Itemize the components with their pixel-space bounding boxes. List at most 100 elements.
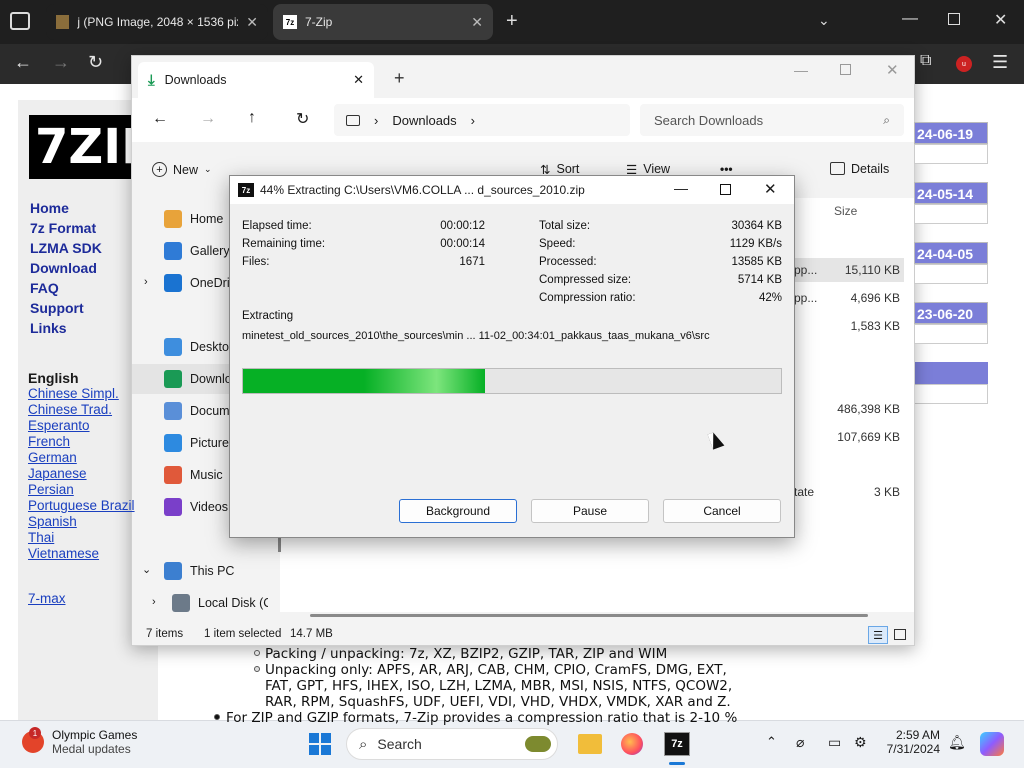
downloads-icon[interactable] (164, 370, 182, 388)
breadcrumb[interactable]: Downloads (392, 113, 456, 128)
bullet-icon[interactable] (254, 666, 260, 672)
details-view-icon[interactable]: ☰ (868, 626, 888, 644)
web-nav-link[interactable]: Links (30, 320, 67, 336)
taskbar-search[interactable]: ⌕ Search (346, 728, 558, 760)
copilot-icon[interactable] (980, 732, 1004, 756)
file-size-cell[interactable]: 4,696 KB (851, 291, 900, 305)
stat-label[interactable]: Files: (242, 256, 269, 268)
file-type-cell[interactable]: tate (794, 485, 814, 499)
stat-label[interactable]: Elapsed time: (242, 220, 312, 232)
pictures-icon[interactable] (164, 434, 182, 452)
news-date[interactable]: 24-06-19 (914, 122, 988, 144)
clock[interactable]: 2:59 AM 7/31/2024 (884, 728, 940, 756)
stat-value[interactable]: 00:00:14 (440, 238, 485, 250)
web-nav-link[interactable]: LZMA SDK (30, 240, 102, 256)
sidebar-item-label[interactable]: Home (190, 212, 223, 226)
show-hidden-icons[interactable]: ⌃ (766, 734, 777, 750)
file-explorer-taskbar-icon[interactable] (578, 734, 602, 754)
file-size-cell[interactable]: 107,669 KB (837, 430, 900, 444)
tab-dropdown-icon[interactable]: ⌄ (818, 12, 830, 29)
pause-button[interactable]: Pause (531, 499, 649, 523)
network-icon[interactable]: ⌀ (796, 734, 804, 751)
language-link[interactable]: Vietnamese (28, 546, 99, 561)
more-options-button[interactable]: ••• (720, 162, 733, 176)
page-text-line[interactable]: Unpacking only: APFS, AR, ARJ, CAB, CHM,… (265, 662, 727, 678)
widgets-button[interactable]: 1 Olympic Games Medal updates (22, 727, 137, 756)
file-size-cell[interactable]: 486,398 KB (837, 402, 900, 416)
dialog-close-icon[interactable]: ✕ (764, 180, 777, 198)
sidebar-item-label[interactable]: Music (190, 468, 223, 482)
tiles-view-icon[interactable] (894, 629, 906, 640)
news-date[interactable]: 23-06-20 (914, 302, 988, 324)
forward-icon[interactable]: → (52, 52, 70, 73)
stat-value[interactable]: 13585 KB (731, 256, 782, 268)
up-icon[interactable]: ↑ (248, 109, 256, 127)
home-icon[interactable] (164, 210, 182, 228)
close-tab-icon[interactable]: ✕ (353, 72, 364, 88)
7zip-taskbar-icon[interactable]: 7z (664, 732, 690, 756)
back-icon[interactable]: ← (152, 110, 168, 128)
web-nav-link[interactable]: FAQ (30, 280, 59, 296)
news-date[interactable]: 24-04-05 (914, 242, 988, 264)
sidebar-item-label[interactable]: Videos (190, 500, 228, 514)
language-link[interactable]: German (28, 450, 77, 465)
dialog-minimize-icon[interactable]: — (674, 180, 688, 196)
file-size-cell[interactable]: 1,583 KB (851, 319, 900, 333)
extensions-icon[interactable]: ⧉ (920, 52, 931, 70)
refresh-icon[interactable]: ↻ (296, 109, 309, 129)
web-nav-link[interactable]: 7z Format (30, 220, 96, 236)
language-link[interactable]: Japanese (28, 466, 87, 481)
search-input[interactable]: Search Downloads ⌕ (640, 104, 904, 136)
language-link[interactable]: Portuguese Brazil (28, 498, 135, 513)
explorer-tab[interactable]: ⤓ Downloads ✕ (138, 62, 374, 98)
link-7-max[interactable]: 7-max (28, 591, 66, 606)
explorer-close-icon[interactable]: ✕ (886, 61, 899, 79)
language-link[interactable]: Spanish (28, 514, 77, 529)
stat-value[interactable]: 1129 KB/s (730, 238, 782, 250)
tab-list-icon[interactable] (10, 12, 30, 30)
stat-value[interactable]: 00:00:12 (440, 220, 485, 232)
page-text-line[interactable]: Packing / unpacking: 7z, XZ, BZIP2, GZIP… (265, 646, 667, 662)
stat-value[interactable]: 5714 KB (738, 274, 782, 286)
vertical-scrollbar[interactable] (278, 536, 281, 552)
start-button[interactable] (309, 733, 331, 755)
sidebar-item-label[interactable]: Gallery (190, 244, 230, 258)
explorer-maximize-icon[interactable] (840, 64, 851, 75)
menu-icon[interactable]: ☰ (992, 52, 1008, 73)
videos-icon[interactable] (164, 498, 182, 516)
stat-label[interactable]: Total size: (539, 220, 590, 232)
explorer-minimize-icon[interactable]: — (794, 62, 808, 78)
date-underline-box[interactable] (914, 264, 988, 284)
disk-icon[interactable] (172, 594, 190, 612)
bullet-icon[interactable] (254, 650, 260, 656)
bullet-icon[interactable] (214, 714, 220, 720)
stat-value[interactable]: 1671 (459, 256, 485, 268)
documents-icon[interactable] (164, 402, 182, 420)
new-tab-button[interactable]: + (506, 10, 518, 33)
dialog-maximize-icon[interactable] (720, 184, 731, 195)
page-text-line[interactable]: FAT, GPT, HFS, IHEX, ISO, LZH, LZMA, MBR… (265, 678, 732, 694)
desktop-icon[interactable] (164, 338, 182, 356)
file-size-cell[interactable]: 15,110 KB (845, 263, 900, 277)
forward-icon[interactable]: → (200, 110, 216, 128)
close-browser-icon[interactable]: ✕ (994, 10, 1007, 30)
browser-tab-image[interactable]: j (PNG Image, 2048 × 1536 pixels) ✕ (46, 4, 268, 40)
music-icon[interactable] (164, 466, 182, 484)
expand-chevron-icon[interactable]: › (152, 596, 156, 608)
stat-label[interactable]: Speed: (539, 238, 575, 250)
gallery-icon[interactable] (164, 242, 182, 260)
display-icon[interactable]: ▭ (828, 734, 841, 751)
reload-icon[interactable]: ↻ (88, 52, 103, 73)
stat-label[interactable]: Remaining time: (242, 238, 325, 250)
stat-label[interactable]: Compression ratio: (539, 292, 636, 304)
file-type-cell[interactable]: pp... (794, 291, 817, 305)
horizontal-scrollbar[interactable] (310, 614, 868, 617)
language-link[interactable]: Esperanto (28, 418, 90, 433)
new-explorer-tab-icon[interactable]: + (394, 68, 405, 89)
stat-value[interactable]: 30364 KB (731, 220, 782, 232)
collapse-chevron-icon[interactable]: ⌄ (142, 563, 151, 576)
close-tab-icon[interactable]: ✕ (471, 14, 483, 31)
details-button[interactable]: Details (830, 162, 889, 176)
expand-chevron-icon[interactable]: › (144, 276, 148, 288)
date-underline-box[interactable] (914, 144, 988, 164)
